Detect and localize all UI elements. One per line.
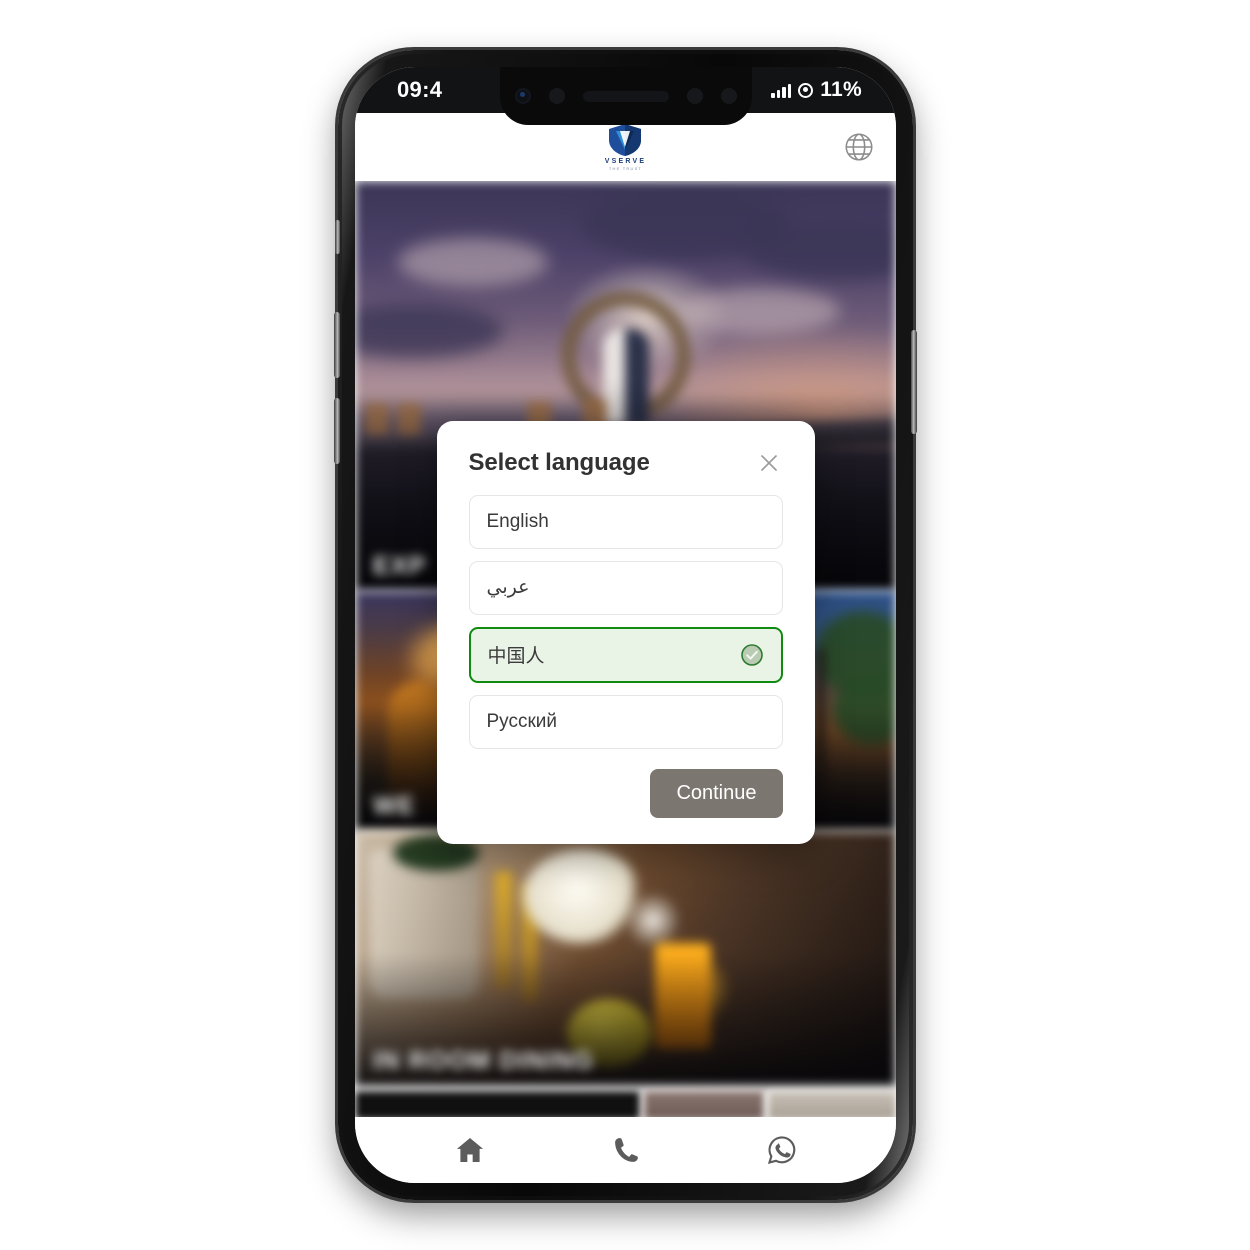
language-option-label: Русский	[486, 710, 558, 732]
silent-switch[interactable]	[335, 220, 340, 254]
signal-bars-icon	[771, 83, 792, 98]
vserve-shield-logo: VSERVE THE TRUST	[605, 123, 646, 171]
partial-card-b[interactable]	[644, 1091, 764, 1117]
home-icon	[456, 1138, 483, 1162]
whatsapp-icon	[767, 1136, 795, 1165]
status-time: 09:4	[397, 77, 443, 102]
volume-down-button[interactable]	[334, 398, 340, 464]
card-explore-label: EXP	[373, 552, 427, 580]
continue-button[interactable]: Continue	[650, 768, 783, 818]
dialog-footer: Continue	[469, 768, 783, 818]
globe-icon[interactable]	[842, 130, 876, 164]
bottom-navigation-bar	[355, 1117, 896, 1183]
partial-card-a[interactable]	[355, 1091, 640, 1117]
check-circle-icon	[740, 643, 764, 667]
battery-percent-label: 11%	[820, 78, 862, 101]
close-icon[interactable]	[755, 449, 783, 477]
earpiece-speaker	[582, 90, 669, 102]
logo-tagline-text: THE TRUST	[608, 166, 643, 171]
sensor-icon-1	[548, 88, 565, 104]
language-option-english[interactable]: English	[468, 494, 783, 549]
dialog-title: Select language	[468, 448, 650, 476]
language-option-chinese[interactable]: 中国人	[468, 626, 783, 683]
sensor-icon-2	[686, 88, 703, 104]
power-button[interactable]	[911, 330, 917, 434]
volume-up-button[interactable]	[334, 312, 340, 378]
phone-icon	[614, 1138, 638, 1162]
front-camera-icon	[514, 88, 531, 104]
select-language-dialog: Select language English عربي 中国人 Русский…	[436, 420, 815, 844]
nav-home[interactable]	[454, 1134, 486, 1166]
language-option-russian[interactable]: Русский	[468, 694, 783, 749]
cards-row-partial	[355, 1086, 896, 1117]
sensor-icon-3	[720, 88, 737, 104]
screenshot-stage: 09:4 11% VSERVE THE TRUST EXP WE IN ROOM…	[0, 0, 1250, 1250]
partial-card-c[interactable]	[768, 1091, 896, 1117]
language-option-label: 中国人	[487, 646, 545, 667]
dialog-header: Select language	[469, 449, 783, 477]
phone-screen: 09:4 11% VSERVE THE TRUST EXP WE IN ROOM…	[355, 67, 896, 1183]
status-bar: 09:4 11%	[355, 67, 896, 125]
language-option-label: English	[486, 510, 549, 532]
card-wedding-label: WE	[373, 792, 416, 820]
card-in-room-dining[interactable]: IN ROOM DINING	[355, 831, 896, 1086]
record-indicator-icon	[798, 82, 814, 98]
phone-device-frame: 09:4 11% VSERVE THE TRUST EXP WE IN ROOM…	[334, 50, 917, 1200]
logo-name-text: VSERVE	[604, 158, 647, 165]
shield-icon	[609, 124, 642, 156]
nav-whatsapp[interactable]	[766, 1134, 798, 1166]
status-bar-right-group: 11%	[771, 78, 862, 102]
language-option-arabic[interactable]: عربي	[468, 560, 783, 615]
language-option-label: عربي	[486, 577, 530, 598]
card-in-room-dining-label: IN ROOM DINING	[373, 1047, 594, 1075]
nav-call[interactable]	[611, 1135, 641, 1165]
device-notch	[499, 67, 752, 125]
